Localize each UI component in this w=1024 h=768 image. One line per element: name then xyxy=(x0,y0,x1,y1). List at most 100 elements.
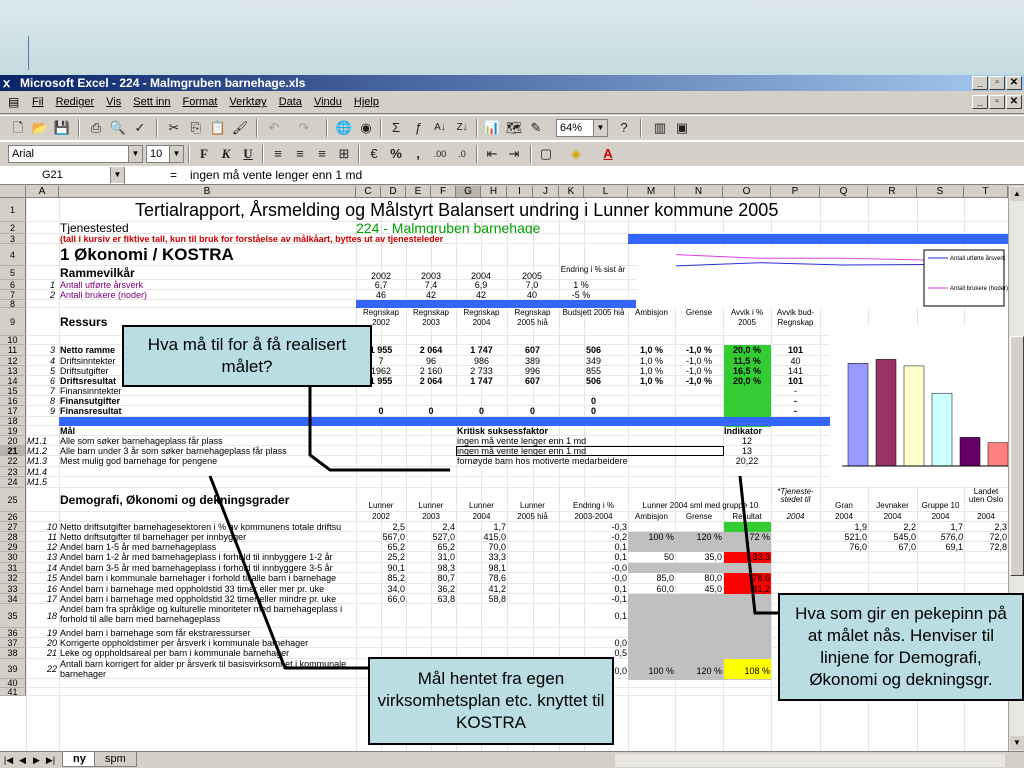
ressurs-value[interactable]: 0 xyxy=(560,396,627,406)
ksf-text[interactable] xyxy=(457,477,721,488)
increase-decimal-icon[interactable]: .00 xyxy=(430,145,450,163)
row-header[interactable]: 32 xyxy=(0,573,26,584)
web-toolbar-icon[interactable]: ◉ xyxy=(356,119,376,137)
comma-icon[interactable]: , xyxy=(408,145,428,163)
demo-value[interactable]: 80,0 xyxy=(676,573,722,584)
demo-header[interactable]: *Tjeneste-stedet til xyxy=(772,488,819,512)
demo-value[interactable]: 1,7 xyxy=(457,522,506,532)
demo-index[interactable]: 21 xyxy=(27,648,57,659)
menu-vis[interactable]: Vis xyxy=(106,96,121,108)
ksf-text[interactable] xyxy=(457,467,721,477)
menu-verktøy[interactable]: Verktøy xyxy=(229,96,266,108)
paste-icon[interactable]: 📋 xyxy=(208,119,228,137)
row-header[interactable]: 26 xyxy=(0,512,26,522)
next-sheet-icon[interactable]: ▶ xyxy=(30,754,43,767)
row-header[interactable]: 2 xyxy=(0,222,26,234)
row-header[interactable]: 18 xyxy=(0,417,26,426)
first-sheet-icon[interactable]: |◀ xyxy=(2,754,15,767)
demo-value[interactable]: 2,5 xyxy=(357,522,405,532)
ressurs-value[interactable]: 0 xyxy=(560,406,627,417)
row-header[interactable]: 8 xyxy=(0,300,26,309)
demo-value[interactable]: 0,1 xyxy=(560,552,627,563)
ressurs-value[interactable]: - xyxy=(772,406,819,417)
ressurs-value[interactable]: 1 747 xyxy=(457,376,506,386)
column-header[interactable]: D xyxy=(381,186,406,198)
demo-subheader[interactable]: 2004 xyxy=(457,512,506,522)
last-sheet-icon[interactable]: ▶| xyxy=(44,754,57,767)
demo-value[interactable]: 120 % xyxy=(676,532,722,542)
ressurs-value[interactable] xyxy=(457,396,506,406)
row-header[interactable]: 25 xyxy=(0,488,26,512)
indikator-header[interactable]: Indikator xyxy=(724,426,792,436)
demo-value[interactable]: 41,2 xyxy=(457,584,506,594)
demo-label[interactable]: Korrigerte oppholdstimer per årsverk i k… xyxy=(60,638,354,648)
row-header[interactable]: 14 xyxy=(0,376,26,386)
demo-index[interactable]: 16 xyxy=(27,584,57,594)
save-icon[interactable]: 💾 xyxy=(52,119,72,137)
ressurs-value[interactable] xyxy=(629,386,674,396)
demo-value[interactable]: 66,0 xyxy=(357,594,405,604)
mal-text[interactable]: Mest mulig god barnehage for pengene xyxy=(60,456,348,467)
demo-subheader[interactable]: Resultat xyxy=(724,512,770,522)
avvik-value[interactable]: 16,5 % xyxy=(724,366,770,376)
row-header[interactable]: 37 xyxy=(0,638,26,648)
demo-label[interactable]: Andel barn 3-5 år med barnehageplass i f… xyxy=(60,563,354,573)
row-header[interactable]: 41 xyxy=(0,688,26,697)
row-header[interactable]: 23 xyxy=(0,467,26,477)
borders-icon[interactable]: ▢ xyxy=(536,145,556,163)
undo-icon[interactable]: ↶ xyxy=(264,119,284,137)
ressurs-value[interactable]: 40 xyxy=(772,356,819,366)
row-header[interactable]: 28 xyxy=(0,532,26,542)
bold-icon[interactable]: F xyxy=(194,145,214,163)
chart-wizard-icon[interactable]: 📊 xyxy=(482,119,502,137)
demo-value[interactable]: 521,0 xyxy=(821,532,867,542)
row-header[interactable]: 29 xyxy=(0,542,26,552)
sort-descending-icon[interactable]: Z↓ xyxy=(452,119,472,137)
copy-icon[interactable]: ⎘ xyxy=(186,119,206,137)
indikator-value[interactable]: 20,22 xyxy=(724,456,770,467)
workbook-icon[interactable]: ▤ xyxy=(8,95,24,111)
ressurs-value[interactable]: -1,0 % xyxy=(676,366,722,376)
demo-value[interactable]: 98,3 xyxy=(407,563,455,573)
ressurs-value[interactable] xyxy=(357,396,405,406)
ressurs-value[interactable]: 349 xyxy=(560,356,627,366)
ressurs-label[interactable]: Finansresultat xyxy=(60,406,348,417)
ressurs-value[interactable]: 141 xyxy=(772,366,819,376)
demo-label[interactable]: Antall barn korrigert for alder pr årsve… xyxy=(60,659,354,679)
ressurs-value[interactable] xyxy=(629,406,674,417)
column-header[interactable]: F xyxy=(431,186,456,198)
ressurs-header[interactable]: Avvik bud-Regnskap xyxy=(772,308,819,336)
tab-ny[interactable]: ny xyxy=(62,752,97,767)
row-header[interactable]: 36 xyxy=(0,628,26,638)
menu-data[interactable]: Data xyxy=(279,96,302,108)
demo-value[interactable]: 0,1 xyxy=(560,604,627,628)
demo-value[interactable]: 58,8 xyxy=(457,594,506,604)
column-header[interactable]: A xyxy=(26,186,59,198)
doc-restore-button[interactable]: ▫ xyxy=(989,95,1005,109)
demo-value[interactable]: 90,1 xyxy=(357,563,405,573)
row-header[interactable]: 27 xyxy=(0,522,26,532)
demo-value[interactable]: 78,6 xyxy=(457,573,506,584)
row-index[interactable]: 6 xyxy=(27,376,55,386)
row-header[interactable]: 15 xyxy=(0,386,26,396)
demo-index[interactable]: 14 xyxy=(27,563,57,573)
demo-value[interactable]: 1,9 xyxy=(821,522,867,532)
row-header[interactable]: 4 xyxy=(0,244,26,266)
demo-value[interactable]: 415,0 xyxy=(457,532,506,542)
ksf-text[interactable]: fornøyde barn hos motiverte medarbeidere xyxy=(457,456,721,467)
column-header[interactable]: B xyxy=(59,186,356,198)
tjenestested-value[interactable]: 224 - Malmgruben barnehage xyxy=(356,222,614,234)
demo-value[interactable]: 527,0 xyxy=(407,532,455,542)
row-index[interactable]: 9 xyxy=(27,406,55,417)
ksf-text[interactable]: ingen må vente lenger enn 1 md xyxy=(457,436,721,446)
ressurs-value[interactable]: 2 064 xyxy=(407,376,455,386)
new-icon[interactable]: 🗋 xyxy=(8,119,28,137)
demo-value[interactable]: 85,2 xyxy=(357,573,405,584)
demo-value[interactable]: -0,3 xyxy=(560,522,627,532)
ressurs-value[interactable]: 96 xyxy=(407,356,455,366)
ressurs-value[interactable] xyxy=(560,386,627,396)
column-header[interactable]: H xyxy=(481,186,507,198)
ressurs-value[interactable]: 0 xyxy=(457,406,506,417)
column-header[interactable]: R xyxy=(868,186,917,198)
column-header[interactable]: N xyxy=(675,186,723,198)
